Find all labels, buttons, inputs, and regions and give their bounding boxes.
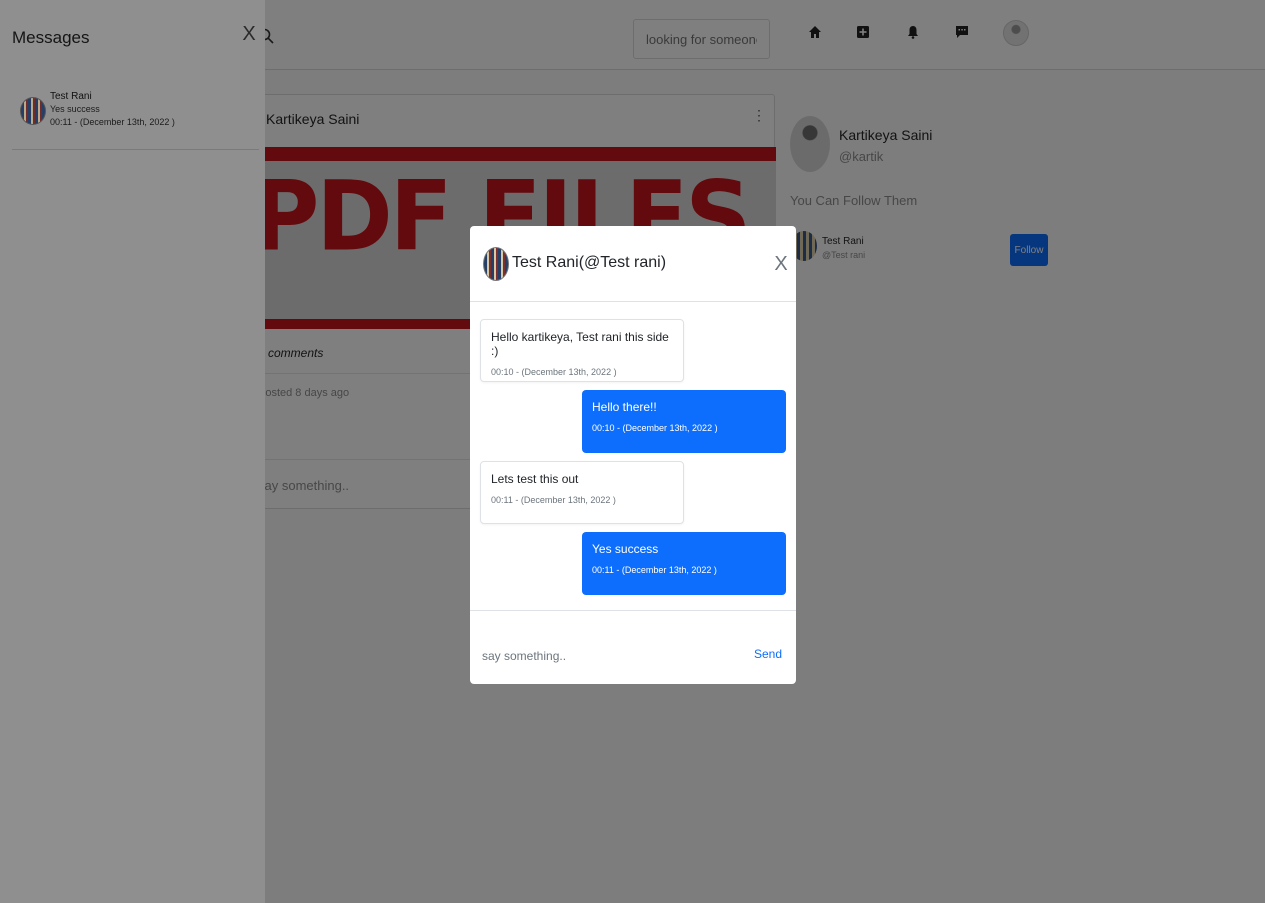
outgoing-message: Yes success 00:11 - (December 13th, 2022… (582, 532, 786, 595)
message-text: Hello there!! (592, 400, 657, 414)
chat-avatar (483, 247, 509, 281)
messages-drawer: Messages X Test Rani Yes success 00:11 -… (0, 0, 265, 903)
conversation-name: Test Rani (50, 91, 92, 102)
message-time: 00:10 - (December 13th, 2022 ) (592, 423, 718, 433)
chat-title: Test Rani(@Test rani) (512, 254, 667, 271)
chat-footer: Send (470, 610, 796, 684)
message-time: 00:11 - (December 13th, 2022 ) (592, 565, 717, 575)
conversation-item[interactable]: Test Rani Yes success 00:11 - (December … (12, 83, 259, 150)
conversation-last-message: Yes success (50, 104, 100, 114)
message-text: Yes success (592, 542, 659, 556)
incoming-message: Lets test this out 00:11 - (December 13t… (480, 461, 684, 524)
outgoing-message: Hello there!! 00:10 - (December 13th, 20… (582, 390, 786, 453)
message-time: 00:11 - (December 13th, 2022 ) (491, 495, 616, 505)
send-button[interactable]: Send (754, 647, 782, 661)
incoming-message: Hello kartikeya, Test rani this side :) … (480, 319, 684, 382)
conversation-avatar (20, 97, 46, 125)
message-time: 00:10 - (December 13th, 2022 ) (491, 367, 617, 377)
message-text: Lets test this out (491, 472, 579, 486)
chat-modal: Test Rani(@Test rani) X Hello kartikeya,… (470, 226, 796, 684)
close-icon[interactable]: X (240, 22, 258, 46)
chat-header: Test Rani(@Test rani) X (470, 226, 796, 302)
close-icon[interactable]: X (772, 252, 790, 276)
conversation-time: 00:11 - (December 13th, 2022 ) (50, 117, 175, 127)
message-input[interactable] (482, 645, 722, 667)
message-text: Hello kartikeya, Test rani this side :) (491, 330, 669, 358)
drawer-title: Messages (12, 28, 90, 47)
